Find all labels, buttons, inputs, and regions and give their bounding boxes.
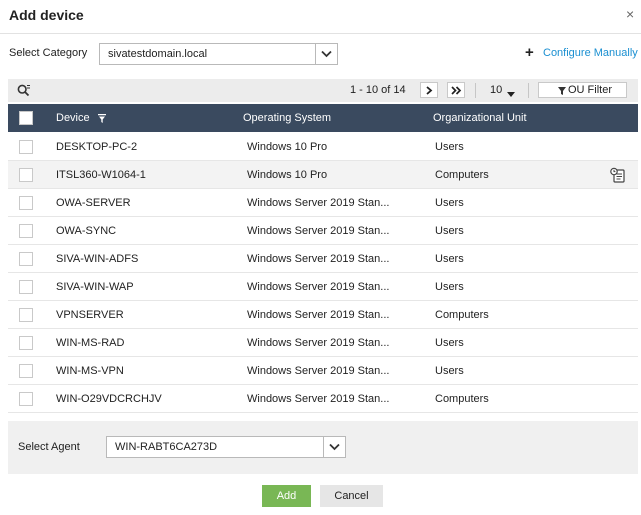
cancel-button[interactable]: Cancel: [320, 485, 383, 507]
ou-filter-label: OU Filter: [568, 84, 612, 96]
filter-icon: [558, 87, 566, 95]
operating-system: Windows Server 2019 Stan...: [247, 309, 390, 321]
device-name: OWA-SERVER: [56, 197, 131, 209]
organizational-unit: Computers: [435, 393, 489, 405]
category-label: Select Category: [9, 47, 88, 59]
organizational-unit: Users: [435, 253, 464, 265]
last-page-button[interactable]: [447, 82, 465, 98]
table-row[interactable]: OWA-SERVER Windows Server 2019 Stan... U…: [8, 189, 638, 217]
table-header: Device Operating System Organizational U…: [8, 104, 638, 132]
operating-system: Windows Server 2019 Stan...: [247, 197, 390, 209]
column-device[interactable]: Device: [56, 112, 90, 124]
organizational-unit: Users: [435, 225, 464, 237]
device-table-body: DESKTOP-PC-2 Windows 10 Pro Users ITSL36…: [8, 133, 638, 413]
row-checkbox[interactable]: [19, 196, 33, 210]
agent-value: WIN-RABT6CA273D: [115, 441, 218, 453]
organizational-unit: Users: [435, 337, 464, 349]
operating-system: Windows 10 Pro: [247, 141, 328, 153]
row-checkbox[interactable]: [19, 252, 33, 266]
table-row[interactable]: VPNSERVER Windows Server 2019 Stan... Co…: [8, 301, 638, 329]
chevron-down-icon[interactable]: [315, 44, 337, 64]
select-all-checkbox[interactable]: [19, 111, 33, 125]
device-name: WIN-MS-RAD: [56, 337, 125, 349]
agent-select[interactable]: WIN-RABT6CA273D: [106, 436, 346, 458]
pagination-range: 1 - 10 of 14: [350, 84, 406, 96]
operating-system: Windows Server 2019 Stan...: [247, 281, 390, 293]
toolbar-divider: [475, 83, 476, 98]
table-row[interactable]: DESKTOP-PC-2 Windows 10 Pro Users: [8, 133, 638, 161]
table-row[interactable]: OWA-SYNC Windows Server 2019 Stan... Use…: [8, 217, 638, 245]
row-checkbox[interactable]: [19, 168, 33, 182]
table-row[interactable]: ITSL360-W1064-1 Windows 10 Pro Computers: [8, 161, 638, 189]
row-checkbox[interactable]: [19, 308, 33, 322]
close-icon[interactable]: ×: [626, 7, 638, 21]
table-toolbar: 1 - 10 of 14 10 OU Filter: [8, 79, 638, 102]
table-row[interactable]: WIN-O29VDCRCHJV Windows Server 2019 Stan…: [8, 385, 638, 413]
plus-icon: +: [525, 44, 534, 61]
dialog-header: Add device ×: [0, 0, 641, 34]
category-value: sivatestdomain.local: [108, 48, 208, 60]
device-name: OWA-SYNC: [56, 225, 117, 237]
operating-system: Windows Server 2019 Stan...: [247, 337, 390, 349]
row-checkbox[interactable]: [19, 224, 33, 238]
device-name: SIVA-WIN-ADFS: [56, 253, 139, 265]
table-row[interactable]: SIVA-WIN-ADFS Windows Server 2019 Stan..…: [8, 245, 638, 273]
next-page-button[interactable]: [420, 82, 438, 98]
configure-manually-label[interactable]: Configure Manually: [543, 47, 638, 59]
add-button[interactable]: Add: [262, 485, 311, 507]
operating-system: Windows Server 2019 Stan...: [247, 225, 390, 237]
organizational-unit: Users: [435, 365, 464, 377]
row-checkbox[interactable]: [19, 140, 33, 154]
filter-icon[interactable]: [98, 114, 106, 126]
row-checkbox[interactable]: [19, 336, 33, 350]
caret-down-icon[interactable]: [507, 88, 515, 100]
device-name: ITSL360-W1064-1: [56, 169, 146, 181]
chevron-down-icon[interactable]: [323, 437, 345, 457]
agent-label: Select Agent: [18, 441, 80, 453]
device-name: SIVA-WIN-WAP: [56, 281, 134, 293]
device-name: DESKTOP-PC-2: [56, 141, 138, 153]
operating-system: Windows 10 Pro: [247, 169, 328, 181]
column-organizational-unit: Organizational Unit: [433, 112, 527, 124]
device-name: WIN-MS-VPN: [56, 365, 124, 377]
operating-system: Windows Server 2019 Stan...: [247, 253, 390, 265]
dialog-title: Add device: [9, 7, 84, 23]
row-checkbox[interactable]: [19, 364, 33, 378]
page-size-select[interactable]: 10: [490, 84, 502, 96]
row-checkbox[interactable]: [19, 280, 33, 294]
organizational-unit: Users: [435, 197, 464, 209]
organizational-unit: Users: [435, 281, 464, 293]
organizational-unit: Computers: [435, 309, 489, 321]
operating-system: Windows Server 2019 Stan...: [247, 365, 390, 377]
toolbar-divider: [528, 83, 529, 98]
ou-filter-button[interactable]: OU Filter: [538, 82, 627, 98]
operating-system: Windows Server 2019 Stan...: [247, 393, 390, 405]
device-name: WIN-O29VDCRCHJV: [56, 393, 162, 405]
column-operating-system: Operating System: [243, 112, 332, 124]
table-row[interactable]: WIN-MS-RAD Windows Server 2019 Stan... U…: [8, 329, 638, 357]
row-checkbox[interactable]: [19, 392, 33, 406]
device-name: VPNSERVER: [56, 309, 124, 321]
category-select[interactable]: sivatestdomain.local: [99, 43, 338, 65]
search-icon[interactable]: [17, 84, 31, 100]
organizational-unit: Users: [435, 141, 464, 153]
organizational-unit: Computers: [435, 169, 489, 181]
table-row[interactable]: WIN-MS-VPN Windows Server 2019 Stan... U…: [8, 357, 638, 385]
device-details-icon[interactable]: [610, 167, 626, 186]
table-row[interactable]: SIVA-WIN-WAP Windows Server 2019 Stan...…: [8, 273, 638, 301]
